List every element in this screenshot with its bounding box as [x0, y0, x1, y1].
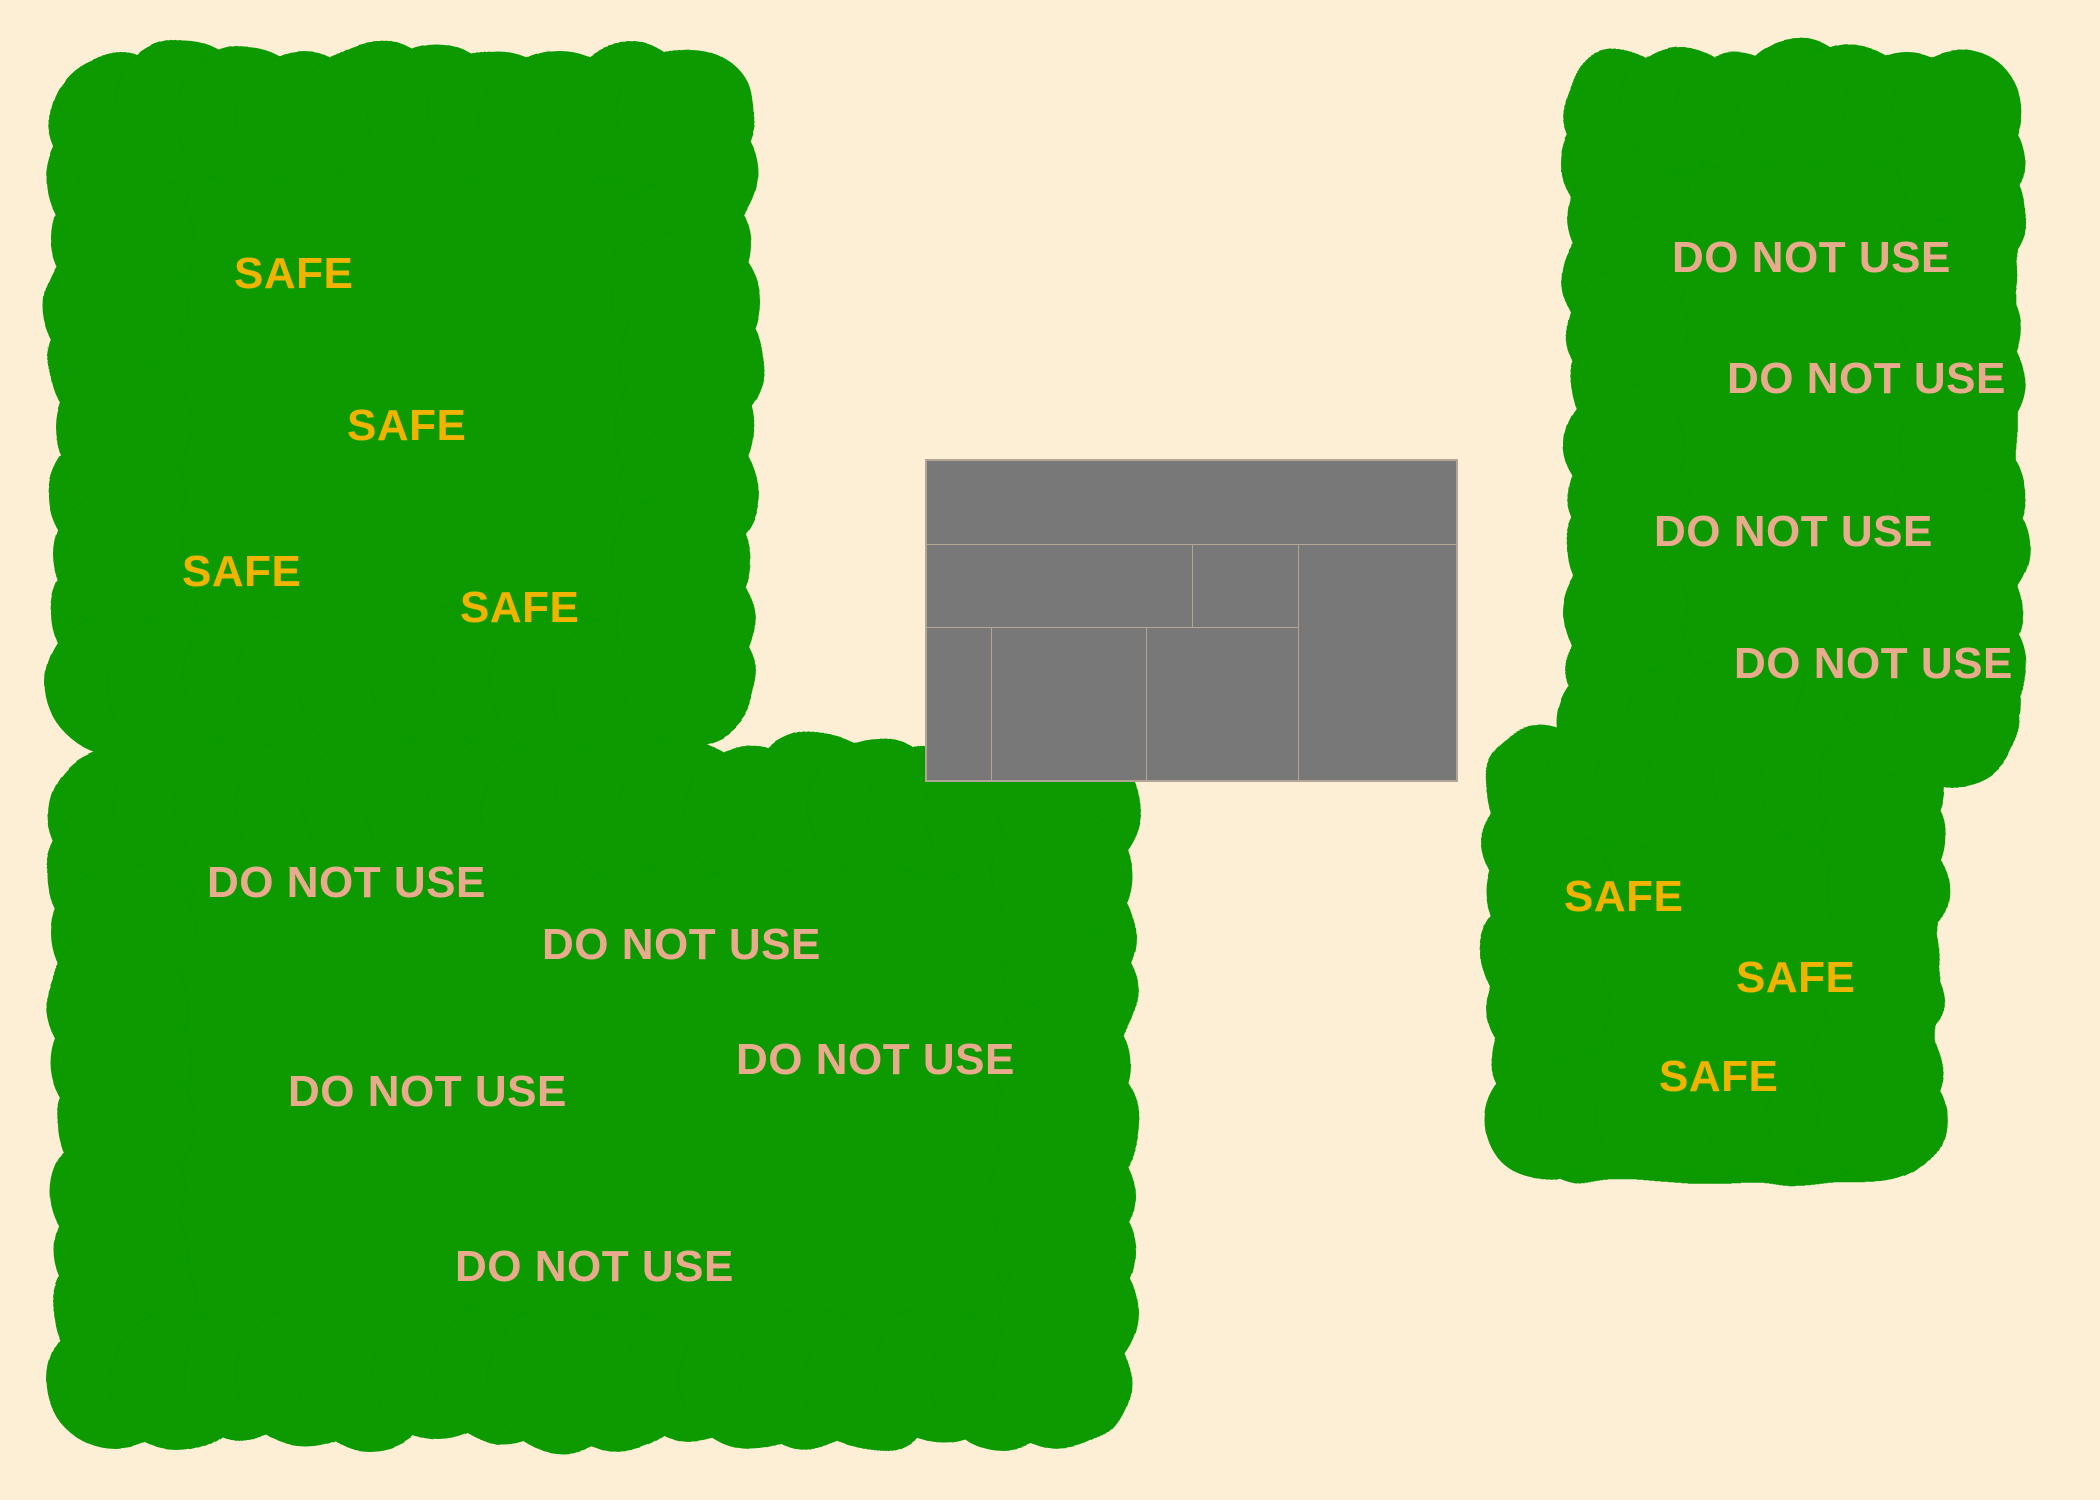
do-not-use-zone-label: DO NOT USE: [1672, 233, 1951, 282]
bush-left-lower: [45, 733, 1140, 1452]
do-not-use-zone-label: DO NOT USE: [455, 1242, 734, 1291]
building-room-right: [1298, 544, 1457, 781]
site-map: SAFE SAFE SAFE SAFE DO NOT USE DO NOT US…: [0, 0, 2100, 1500]
safe-zone-label: SAFE: [460, 583, 580, 632]
do-not-use-zone-label: DO NOT USE: [1654, 507, 1933, 556]
do-not-use-zone-label: DO NOT USE: [736, 1035, 1015, 1084]
building-room-top: [926, 460, 1457, 545]
building-room-bottom-2: [991, 627, 1147, 781]
building-room-middle-left: [926, 544, 1193, 628]
safe-zone-label: SAFE: [234, 249, 354, 298]
safe-zone-label: SAFE: [347, 401, 467, 450]
do-not-use-zone-label: DO NOT USE: [1734, 639, 2013, 688]
building-room-bottom-1: [926, 627, 992, 781]
do-not-use-zone-label: DO NOT USE: [288, 1067, 567, 1116]
safe-zone-label: SAFE: [1564, 872, 1684, 921]
building-room-bottom-3: [1146, 627, 1299, 781]
safe-zone-label: SAFE: [1659, 1052, 1779, 1101]
do-not-use-zone-label: DO NOT USE: [207, 858, 486, 907]
safe-zone-label: SAFE: [1736, 953, 1856, 1002]
safe-zone-label: SAFE: [182, 547, 302, 596]
do-not-use-zone-label: DO NOT USE: [542, 920, 821, 969]
do-not-use-zone-label: DO NOT USE: [1727, 354, 2006, 403]
bush-left-upper: [45, 39, 764, 758]
building-room-middle-center: [1192, 544, 1299, 628]
building-floorplan-icon: [925, 459, 1458, 782]
bush-right-lower: [1480, 717, 1948, 1183]
